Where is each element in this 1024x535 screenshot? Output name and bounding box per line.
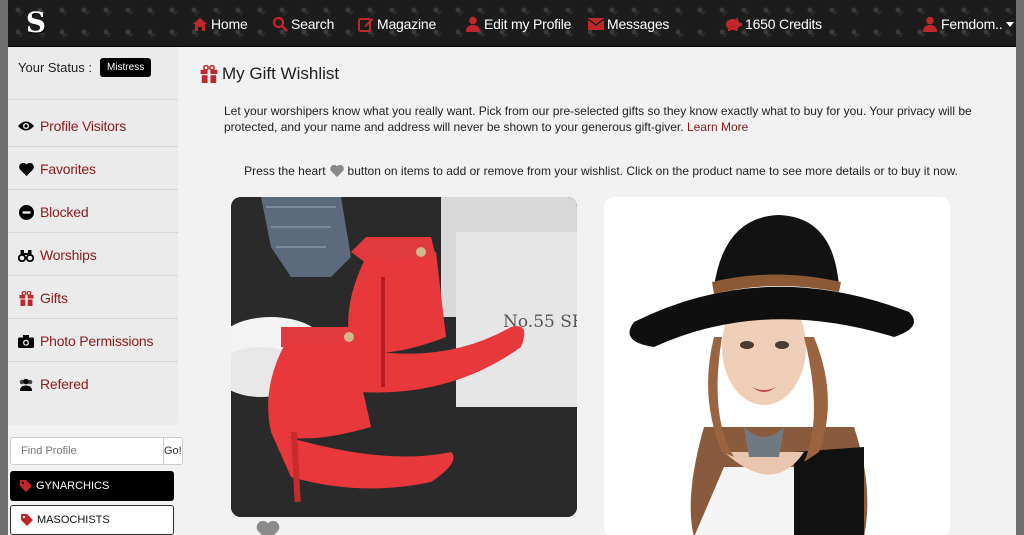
status-badge: Mistress [99,58,152,77]
main-content: My Gift Wishlist Let your worshipers kno… [186,47,1016,535]
product-image-red-heels: No.55 SH [231,197,577,517]
gift-icon [200,65,218,83]
heart-icon [18,161,34,177]
nav-credits[interactable]: 1650 Credits [724,13,822,35]
eye-icon [18,118,34,134]
envelope-icon [588,16,604,32]
sidebar-item-label: Blocked [40,204,89,220]
sidebar-item-label: Refered [40,376,89,392]
instr-before: Press the heart [244,164,326,178]
caret-down-icon [1006,21,1015,27]
divider [8,232,178,233]
nav-edit-profile-label: Edit my Profile [484,16,572,32]
divider [8,146,178,147]
binoculars-icon [18,247,34,263]
tag-masochists[interactable]: MASOCHISTS [10,505,174,535]
users-icon [18,376,34,392]
sidebar-item-photo-permissions[interactable]: Photo Permissions [18,333,154,349]
sidebar-item-favorites[interactable]: Favorites [18,161,96,177]
product-card[interactable] [604,197,950,535]
product-name-row [256,520,280,535]
nav-messages[interactable]: Messages [588,13,669,35]
page-title-text: My Gift Wishlist [222,64,340,83]
divider [8,275,178,276]
find-profile-form: Go! [10,437,183,465]
sidebar-panel: Your Status : Mistress Profile Visitors … [8,47,178,425]
sidebar-item-label: Photo Permissions [40,333,154,349]
tag-icon [20,480,32,492]
divider [8,99,178,100]
tag-label: MASOCHISTS [37,514,110,526]
product-card[interactable]: No.55 SH [231,197,577,517]
user-icon [465,16,481,32]
sidebar-item-gifts[interactable]: Gifts [18,290,68,306]
intro-body: Let your worshipers know what you really… [224,104,972,134]
nav-messages-label: Messages [607,16,670,32]
sidebar-item-label: Worships [40,247,97,263]
divider [8,189,178,190]
tag-gynarchics[interactable]: GYNARCHICS [10,471,174,501]
heart-icon [329,165,344,177]
wishlist-instructions: Press the heart button on items to add o… [186,164,1016,178]
wishlist-heart-button[interactable] [256,520,280,535]
sidebar-item-label: Favorites [40,161,96,177]
intro-text: Let your worshipers know what you really… [224,103,1004,135]
status-row: Your Status : Mistress [18,58,152,77]
user-icon [922,16,938,32]
sidebar: Your Status : Mistress Profile Visitors … [8,47,186,535]
app-frame: S Home Search Magazine Edit my Profile M… [8,0,1016,535]
nav-search[interactable]: Search [272,13,334,35]
nav-magazine[interactable]: Magazine [358,13,436,35]
top-navbar: S Home Search Magazine Edit my Profile M… [8,0,1016,47]
learn-more-link[interactable]: Learn More [687,120,748,134]
search-icon [272,16,288,32]
home-icon [192,16,208,32]
minus-circle-icon [18,204,34,220]
nav-user-menu[interactable]: Femdom.. [922,13,1015,35]
sidebar-item-refered[interactable]: Refered [18,376,89,392]
tag-icon [21,514,33,526]
divider [8,318,178,319]
nav-edit-profile[interactable]: Edit my Profile [465,13,571,35]
nav-search-label: Search [291,16,335,32]
edit-icon [358,16,374,32]
instr-after: button on items to add or remove from yo… [347,164,958,178]
find-profile-input[interactable] [10,437,164,465]
site-logo[interactable]: S [22,7,50,39]
camera-icon [18,333,34,349]
piggy-bank-icon [724,16,742,32]
sidebar-item-profile-visitors[interactable]: Profile Visitors [18,118,126,134]
nav-home-label: Home [211,16,248,32]
nav-credits-label: 1650 Credits [745,16,822,32]
sidebar-item-blocked[interactable]: Blocked [18,204,89,220]
nav-home[interactable]: Home [192,13,248,35]
status-label: Your Status : [18,60,92,75]
tag-label: GYNARCHICS [36,480,110,492]
page-title: My Gift Wishlist [200,64,339,84]
sidebar-item-label: Gifts [40,290,68,306]
divider [8,361,178,362]
product-image-black-hat [604,197,950,535]
gift-icon [18,290,34,306]
nav-magazine-label: Magazine [377,16,437,32]
sidebar-item-worships[interactable]: Worships [18,247,97,263]
find-go-button[interactable]: Go! [164,437,183,465]
nav-user-label: Femdom.. [941,16,1003,32]
sidebar-item-label: Profile Visitors [40,118,127,134]
